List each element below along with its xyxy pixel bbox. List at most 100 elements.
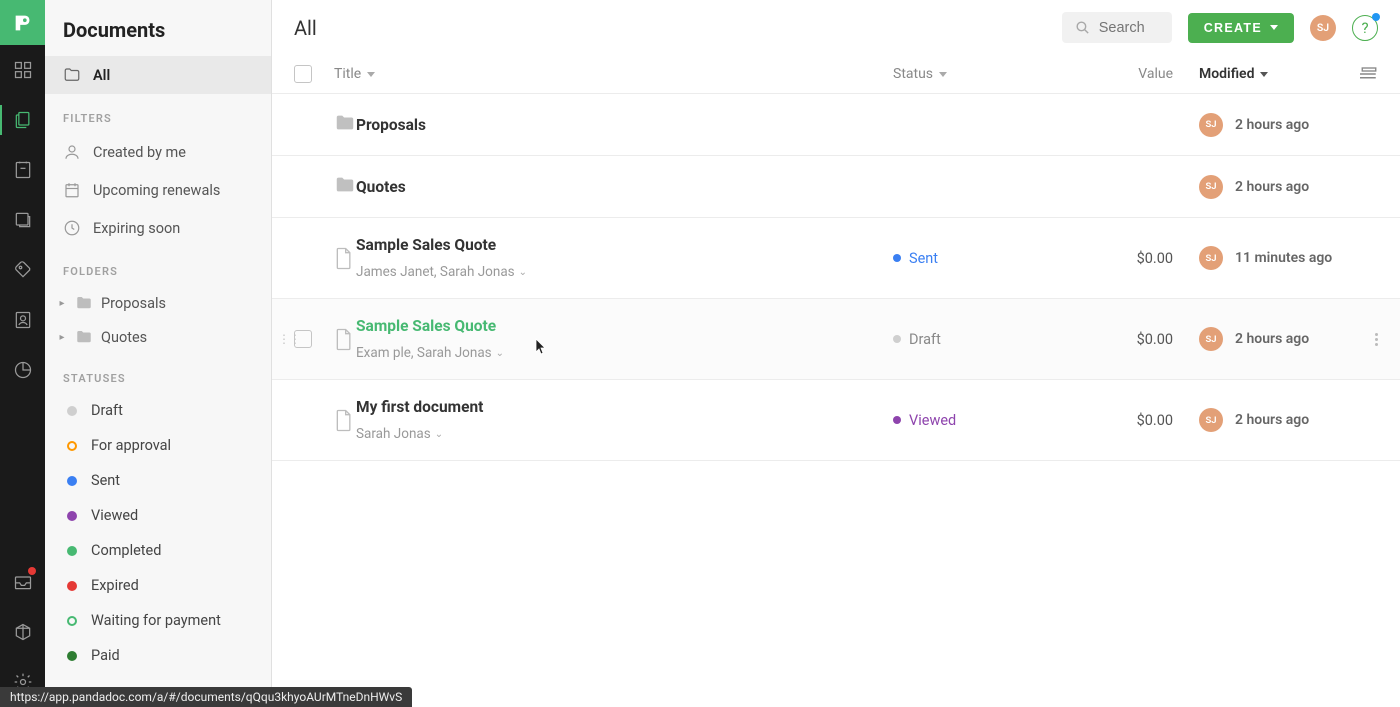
row-title: Sample Sales Quote: [356, 236, 496, 254]
col-modified[interactable]: Modified: [1173, 66, 1348, 82]
modified-time: 11 minutes ago: [1235, 250, 1332, 266]
sidebar-filter-expiring[interactable]: Expiring soon: [45, 209, 271, 247]
document-row[interactable]: ⋮⋮Sample Sales QuoteJames Janet, Sarah J…: [272, 218, 1400, 299]
sidebar-status[interactable]: Expired: [45, 568, 271, 603]
user-avatar[interactable]: SJ: [1310, 15, 1336, 41]
sidebar-status[interactable]: For approval: [45, 428, 271, 463]
sort-caret-icon: [367, 72, 375, 77]
label: Sent: [91, 472, 120, 489]
person-icon: [63, 143, 81, 161]
nav-catalog-icon[interactable]: [0, 245, 45, 295]
folder-icon: [334, 174, 356, 199]
calendar-icon: [63, 181, 81, 199]
status-text: Draft: [909, 331, 941, 348]
create-button[interactable]: CREATE: [1188, 13, 1294, 43]
col-status[interactable]: Status: [893, 66, 1093, 82]
sidebar-status[interactable]: Waiting for payment: [45, 603, 271, 638]
row-subtitle: James Janet, Sarah Jonas⌄: [356, 264, 527, 280]
expand-caret-icon[interactable]: ▸: [57, 298, 67, 309]
nav-apps-icon[interactable]: [0, 607, 45, 657]
label: Waiting for payment: [91, 612, 221, 629]
sidebar-status[interactable]: Viewed: [45, 498, 271, 533]
select-all-checkbox[interactable]: [294, 65, 312, 83]
sidebar-filter-renewals[interactable]: Upcoming renewals: [45, 171, 271, 209]
nav-templates-icon[interactable]: [0, 145, 45, 195]
sidebar-status[interactable]: Completed: [45, 533, 271, 568]
sidebar-status[interactable]: Paid: [45, 638, 271, 673]
label: Draft: [91, 402, 123, 419]
modified-time: 2 hours ago: [1235, 179, 1309, 195]
document-row[interactable]: ⋮⋮My first documentSarah Jonas⌄Viewed$0.…: [272, 380, 1400, 461]
sidebar-folder[interactable]: ▸Proposals: [45, 286, 271, 320]
sidebar-filter-created[interactable]: Created by me: [45, 133, 271, 171]
label: Created by me: [93, 144, 186, 161]
label: All: [93, 67, 110, 84]
status-badge: Draft: [893, 331, 941, 348]
folder-icon: [75, 328, 93, 346]
chevron-down-icon[interactable]: ⌄: [496, 348, 504, 359]
row-value: $0.00: [1093, 331, 1173, 348]
notification-badge-icon: [28, 567, 36, 575]
status-dot-icon: [893, 335, 901, 343]
document-list: ⋮⋮ProposalsSJ2 hours ago⋮⋮QuotesSJ2 hour…: [272, 94, 1400, 461]
nav-reports-icon[interactable]: [0, 345, 45, 395]
status-dot-icon: [893, 416, 901, 424]
column-header: Title Status Value Modified: [272, 55, 1400, 94]
modifier-avatar: SJ: [1199, 246, 1223, 270]
folder-icon: [75, 294, 93, 312]
row-subtitle: Sarah Jonas⌄: [356, 426, 443, 442]
status-badge: Viewed: [893, 412, 956, 429]
modified-time: 2 hours ago: [1235, 331, 1309, 347]
label: Paid: [91, 647, 120, 664]
row-title: Quotes: [356, 178, 406, 196]
label: Upcoming renewals: [93, 182, 220, 199]
main: All CREATE SJ ? Title Status Value Modif…: [272, 0, 1400, 707]
search-icon: [1074, 19, 1091, 36]
document-icon: [334, 408, 356, 433]
modifier-avatar: SJ: [1199, 327, 1223, 351]
row-more-button[interactable]: [1375, 333, 1378, 346]
row-value: $0.00: [1093, 250, 1173, 267]
label: Expiring soon: [93, 220, 180, 237]
sidebar-status[interactable]: Draft: [45, 393, 271, 428]
chevron-down-icon[interactable]: ⌄: [435, 429, 443, 440]
nav-contacts-icon[interactable]: [0, 295, 45, 345]
app-logo[interactable]: [0, 0, 45, 45]
label: For approval: [91, 437, 171, 454]
drag-handle-icon[interactable]: ⋮⋮: [278, 332, 300, 346]
status-dot-icon: [893, 254, 901, 262]
sidebar: Documents All FILTERS Created by me Upco…: [45, 0, 272, 707]
folder-row[interactable]: ⋮⋮QuotesSJ2 hours ago: [272, 156, 1400, 218]
nav-documents-icon[interactable]: [0, 95, 45, 145]
sidebar-item-all[interactable]: All: [45, 56, 271, 94]
document-icon: [334, 327, 356, 352]
chevron-down-icon[interactable]: ⌄: [519, 267, 527, 278]
nav-dashboard-icon[interactable]: [0, 45, 45, 95]
col-value[interactable]: Value: [1093, 66, 1173, 82]
nav-inbox-icon[interactable]: [0, 557, 45, 607]
folder-row[interactable]: ⋮⋮ProposalsSJ2 hours ago: [272, 94, 1400, 156]
row-title: My first document: [356, 398, 483, 416]
status-text: Sent: [909, 250, 938, 267]
help-button[interactable]: ?: [1352, 15, 1378, 41]
sidebar-folder[interactable]: ▸ Quotes: [45, 320, 271, 354]
modifier-avatar: SJ: [1199, 113, 1223, 137]
expand-caret-icon[interactable]: ▸: [57, 332, 67, 343]
sort-caret-icon: [939, 72, 947, 77]
density-toggle[interactable]: [1348, 65, 1378, 83]
col-title[interactable]: Title: [334, 66, 893, 82]
search-box[interactable]: [1062, 12, 1172, 43]
status-dot-icon: [67, 546, 77, 556]
sidebar-status[interactable]: Sent: [45, 463, 271, 498]
sidebar-title: Documents: [45, 0, 271, 56]
label: Quotes: [101, 329, 147, 346]
modifier-avatar: SJ: [1199, 408, 1223, 432]
row-subtitle: Exam ple, Sarah Jonas⌄: [356, 345, 504, 361]
status-bar-url: https://app.pandadoc.com/a/#/documents/q…: [0, 687, 412, 707]
status-text: Viewed: [909, 412, 956, 429]
nav-library-icon[interactable]: [0, 195, 45, 245]
document-icon: [334, 246, 356, 271]
document-row[interactable]: ⋮⋮Sample Sales QuoteExam ple, Sarah Jona…: [272, 299, 1400, 380]
search-input[interactable]: [1099, 20, 1159, 36]
status-dot-icon: [67, 441, 77, 451]
